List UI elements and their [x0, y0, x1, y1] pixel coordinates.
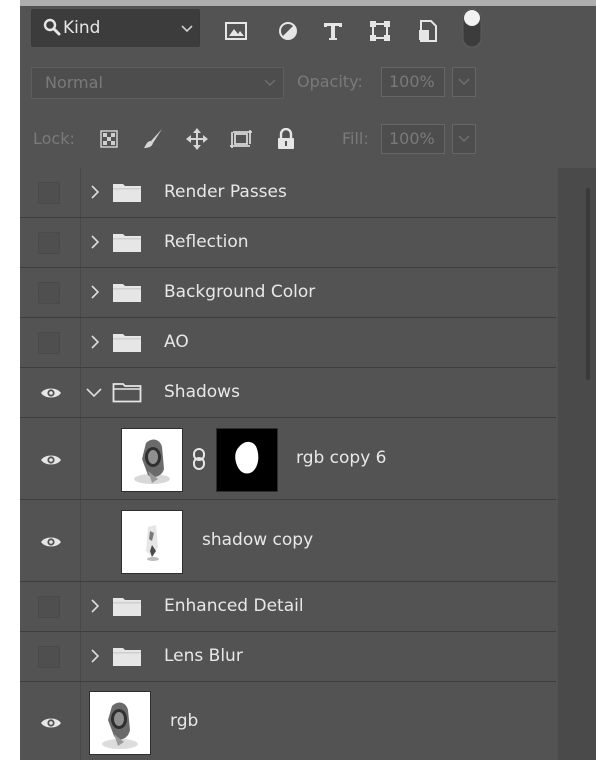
fill-value: 100% [389, 129, 435, 148]
smart-object-filter-icon[interactable] [416, 20, 440, 42]
layer-name: AO [164, 332, 189, 352]
layer-thumbnail[interactable] [121, 510, 183, 574]
shadow-thumbnail-image [122, 511, 182, 573]
layer-row-rgb-copy-6[interactable]: rgb copy 6 [20, 418, 556, 500]
watch-thumbnail-image [122, 429, 182, 491]
folder-icon [113, 284, 141, 302]
search-icon [43, 18, 61, 36]
chevron-right-icon[interactable] [89, 285, 101, 299]
layer-row-background-color[interactable]: Background Color [20, 268, 556, 318]
chevron-down-icon [181, 25, 193, 33]
layer-name: Background Color [164, 282, 316, 302]
layer-row-render-passes[interactable]: Render Passes [20, 168, 556, 218]
visibility-toggle-empty[interactable] [38, 232, 60, 254]
eye-icon[interactable] [40, 716, 62, 730]
eye-icon[interactable] [40, 386, 62, 400]
layer-name: rgb copy 6 [296, 448, 387, 468]
blend-bar: Normal Opacity: 100% [20, 54, 596, 112]
chevron-right-icon[interactable] [89, 649, 101, 663]
fill-field[interactable]: 100% [381, 124, 445, 154]
fill-dropdown-button[interactable] [452, 124, 476, 154]
opacity-dropdown-button[interactable] [452, 67, 476, 97]
filter-kind-label: Kind [63, 18, 101, 38]
visibility-toggle-empty[interactable] [38, 282, 60, 304]
layer-thumbnail[interactable] [89, 691, 151, 755]
layer-row-rgb[interactable]: rgb [20, 682, 556, 760]
eye-icon[interactable] [40, 453, 62, 467]
visibility-toggle-empty[interactable] [38, 332, 60, 354]
blend-mode-dropdown[interactable]: Normal [31, 67, 284, 99]
visibility-toggle-empty[interactable] [38, 646, 60, 668]
visibility-toggle-empty[interactable] [38, 182, 60, 204]
lock-all-icon[interactable] [274, 127, 298, 151]
filter-bar: Kind [20, 6, 596, 54]
chevron-right-icon[interactable] [89, 335, 101, 349]
opacity-field[interactable]: 100% [381, 67, 445, 97]
layers-panel: Kind Normal Opacity: 100% Lock: Fill: 10… [20, 0, 596, 760]
layer-name: Render Passes [164, 182, 287, 202]
filter-kind-dropdown[interactable]: Kind [31, 9, 200, 47]
layer-row-shadows[interactable]: Shadows [20, 368, 556, 418]
layer-row-shadow-copy[interactable]: shadow copy [20, 500, 556, 582]
layer-name: Shadows [164, 382, 240, 402]
layer-name: Reflection [164, 232, 249, 252]
layer-name: Enhanced Detail [164, 596, 304, 616]
layer-name: rgb [170, 711, 199, 731]
chevron-right-icon[interactable] [89, 235, 101, 249]
folder-icon [113, 334, 141, 352]
layers-scrollbar-thumb[interactable] [586, 188, 590, 380]
layer-mask-thumbnail[interactable] [216, 428, 278, 492]
folder-icon [113, 184, 141, 202]
chevron-down-icon [458, 78, 470, 86]
chevron-right-icon[interactable] [89, 185, 101, 199]
adjustment-filter-icon[interactable] [276, 20, 300, 42]
chain-link-icon[interactable] [192, 448, 206, 470]
lock-label: Lock: [33, 129, 75, 148]
fill-label: Fill: [342, 129, 369, 148]
visibility-toggle-empty[interactable] [38, 596, 60, 618]
layer-name: Lens Blur [164, 646, 243, 666]
opacity-value: 100% [389, 72, 435, 91]
chevron-down-icon [458, 135, 470, 143]
lock-artboard-icon[interactable] [229, 127, 253, 151]
opacity-label: Opacity: [297, 72, 363, 91]
open-folder-icon [112, 383, 142, 403]
eye-icon[interactable] [40, 535, 62, 549]
watch-thumbnail-image [90, 692, 150, 754]
image-filter-icon[interactable] [224, 20, 248, 42]
blend-mode-label: Normal [45, 73, 103, 92]
filter-toggle-icon[interactable] [461, 8, 483, 48]
chevron-right-icon[interactable] [89, 599, 101, 613]
layer-row-lens-blur[interactable]: Lens Blur [20, 632, 556, 682]
chevron-down-icon [264, 79, 276, 87]
lock-transparent-pixels-icon[interactable] [97, 127, 121, 151]
lock-image-pixels-icon[interactable] [141, 127, 165, 151]
layer-row-reflection[interactable]: Reflection [20, 218, 556, 268]
lock-position-icon[interactable] [185, 127, 209, 151]
layer-name: shadow copy [202, 530, 314, 550]
folder-icon [113, 598, 141, 616]
shape-filter-icon[interactable] [368, 20, 392, 42]
layers-scrollbar-track[interactable] [558, 168, 596, 760]
folder-icon [113, 648, 141, 666]
mask-shape-image [217, 429, 277, 491]
layer-row-enhanced-detail[interactable]: Enhanced Detail [20, 582, 556, 632]
type-filter-icon[interactable] [321, 20, 345, 42]
layer-thumbnail[interactable] [121, 428, 183, 492]
lock-bar: Lock: Fill: 100% [20, 112, 596, 168]
layers-list: Render Passes Reflection Background Colo… [20, 168, 556, 760]
layer-row-ao[interactable]: AO [20, 318, 556, 368]
chevron-down-icon[interactable] [86, 386, 102, 398]
folder-icon [113, 234, 141, 252]
